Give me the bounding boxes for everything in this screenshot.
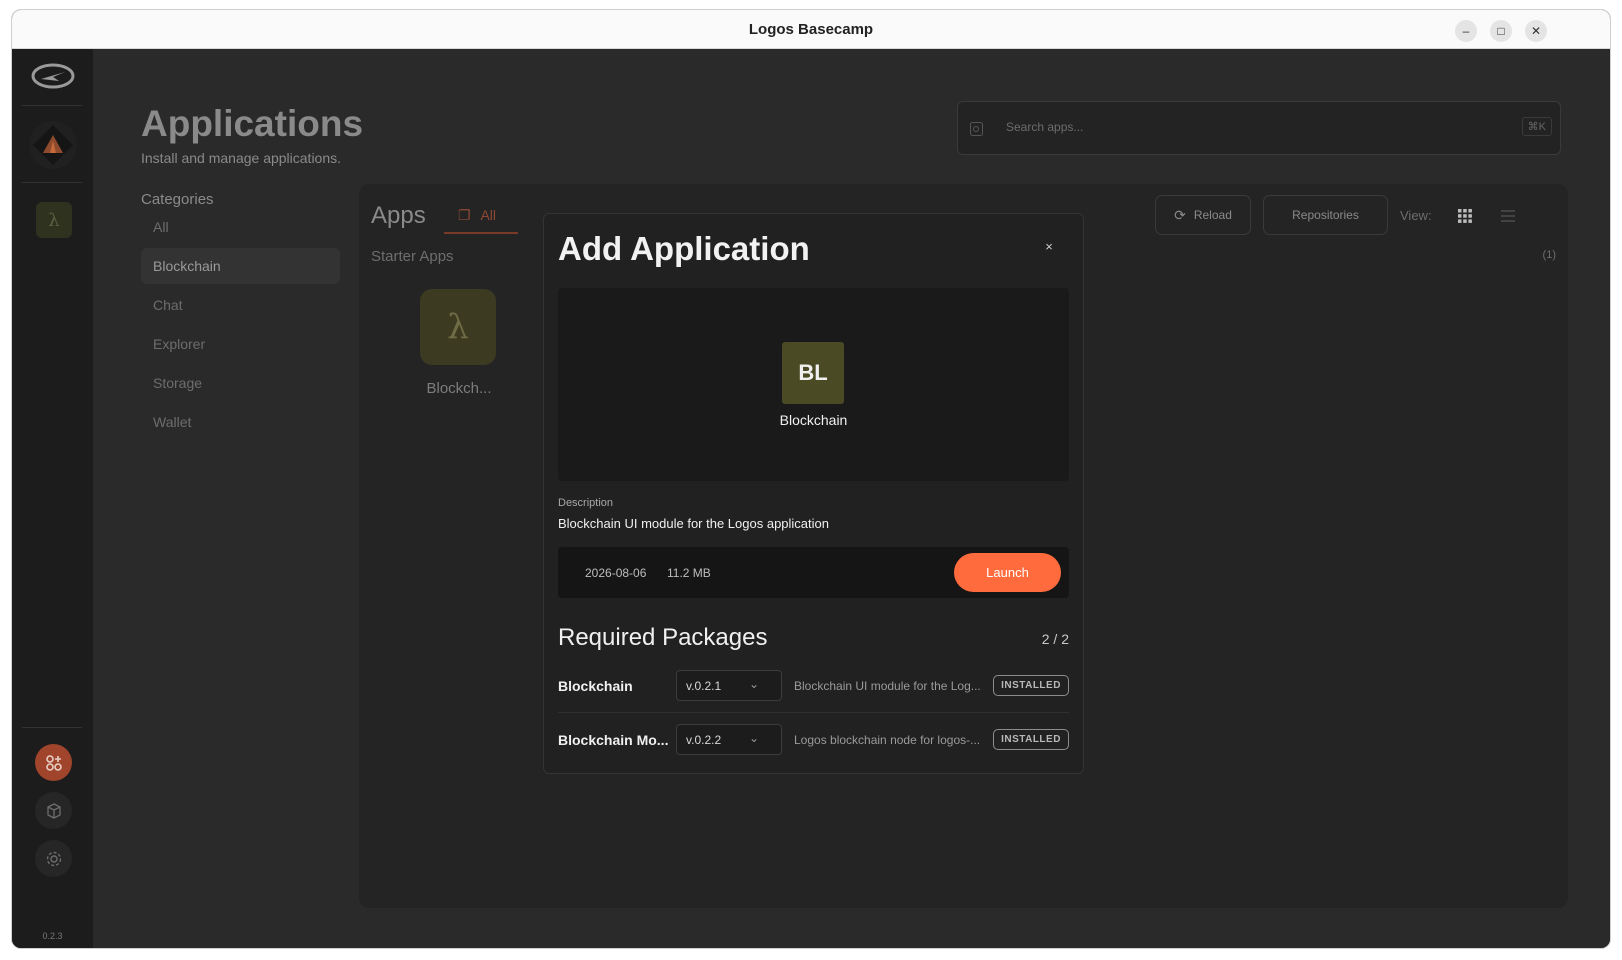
list-view-icon[interactable] [1501, 209, 1515, 228]
description-label: Description [558, 497, 614, 509]
view-label: View: [1400, 208, 1432, 223]
modal-title: Add Application [558, 230, 810, 267]
copy-icon: ❐ [458, 207, 471, 223]
launch-button[interactable]: Launch [954, 553, 1061, 592]
version-value: v.0.2.2 [686, 733, 722, 747]
repositories-label: Repositories [1292, 208, 1359, 222]
required-packages-title: Required Packages [558, 624, 768, 651]
title-bar: Logos Basecamp – □ ✕ [12, 10, 1610, 49]
package-row: Blockchain v.0.2.1 ⌄ Blockchain UI modul… [558, 659, 1069, 713]
version-select[interactable]: v.0.2.1 ⌄ [676, 670, 782, 701]
search-shortcut-badge: ⌘K [1521, 117, 1552, 136]
app-body: λ 0.2.3 Applications Install and manage … [12, 49, 1610, 948]
search-input[interactable]: Search apps... ⌘K [957, 101, 1561, 155]
description-text: Blockchain UI module for the Logos appli… [558, 516, 829, 531]
blockchain-app-icon[interactable]: λ [36, 202, 72, 238]
status-badge: INSTALLED [993, 729, 1069, 750]
add-application-modal: Add Application × BL Blockchain Descript… [543, 213, 1084, 774]
page-subtitle: Install and manage applications. [141, 150, 342, 166]
apps-title: Apps [371, 202, 426, 229]
app-initials-tile: BL [782, 342, 844, 404]
settings-gear-icon[interactable] [35, 840, 72, 877]
version-select[interactable]: v.0.2.2 ⌄ [676, 724, 782, 755]
category-blockchain[interactable]: Blockchain [141, 248, 340, 284]
category-storage[interactable]: Storage [141, 365, 340, 401]
repositories-button[interactable]: Repositories [1263, 195, 1388, 235]
app-window: Logos Basecamp – □ ✕ λ 0.2.3 Application… [11, 9, 1611, 949]
starter-apps-heading: Starter Apps [371, 248, 454, 265]
package-description: Logos blockchain node for logos-... [794, 733, 981, 747]
version-value: v.0.2.1 [686, 679, 722, 693]
categories-title: Categories [141, 191, 214, 208]
basecamp-tent-icon[interactable] [29, 121, 77, 169]
file-size: 11.2 MB [667, 566, 711, 580]
chevron-down-icon: ⌄ [748, 731, 759, 745]
app-preview: BL Blockchain [558, 288, 1069, 481]
nav-rail: λ 0.2.3 [12, 49, 93, 948]
logos-logo-icon[interactable] [31, 61, 75, 91]
category-explorer[interactable]: Explorer [141, 326, 340, 362]
category-all[interactable]: All [141, 209, 340, 245]
app-version: 0.2.3 [42, 931, 63, 941]
reload-label: Reload [1193, 208, 1232, 222]
package-cube-icon[interactable] [35, 792, 72, 829]
minimize-button[interactable]: – [1455, 20, 1477, 42]
apps-grid-icon[interactable] [35, 744, 72, 781]
package-row: Blockchain Mo... v.0.2.2 ⌄ Logos blockch… [558, 713, 1069, 767]
category-chat[interactable]: Chat [141, 287, 340, 323]
tab-all[interactable]: ❐ All [444, 204, 518, 234]
close-window-button[interactable]: ✕ [1525, 20, 1547, 42]
search-placeholder: Search apps... [1006, 120, 1084, 134]
tab-all-label: All [480, 207, 497, 223]
package-name: Blockchain [558, 678, 633, 694]
release-date: 2026-08-06 [585, 566, 647, 580]
category-wallet[interactable]: Wallet [141, 404, 340, 440]
package-description: Blockchain UI module for the Log... [794, 679, 981, 693]
app-tile-label: Blockch... [426, 380, 492, 397]
status-badge: INSTALLED [993, 675, 1069, 696]
maximize-button[interactable]: □ [1490, 20, 1512, 42]
apps-count: (1) [1542, 249, 1556, 261]
close-icon[interactable]: × [1038, 236, 1060, 258]
chevron-down-icon: ⌄ [748, 677, 759, 691]
reload-icon: ⟳ [1174, 206, 1186, 223]
grid-view-icon[interactable] [1458, 209, 1472, 228]
reload-button[interactable]: ⟳ Reload [1155, 195, 1251, 235]
app-info-bar: 2026-08-06 11.2 MB Launch [558, 547, 1069, 598]
blockchain-app-tile[interactable]: λ [420, 289, 496, 365]
required-packages-count: 2 / 2 [1041, 631, 1069, 647]
window-title: Logos Basecamp [748, 21, 874, 38]
app-name: Blockchain [779, 412, 848, 428]
page-title: Applications [141, 103, 364, 144]
package-name: Blockchain Mo... [558, 732, 669, 748]
search-icon [970, 122, 983, 136]
